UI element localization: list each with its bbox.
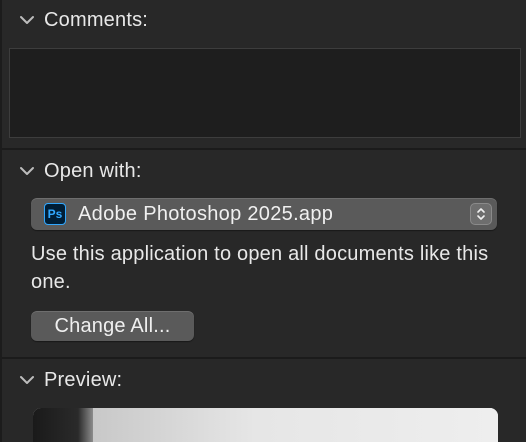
open-with-description: Use this application to open all documen…: [31, 243, 489, 293]
preview-image-light-area: [93, 408, 498, 442]
change-all-button[interactable]: Change All...: [31, 311, 194, 341]
preview-image: [33, 408, 498, 442]
comments-section-header[interactable]: Comments:: [18, 7, 148, 33]
divider: [2, 357, 526, 359]
open-with-app-select[interactable]: Ps Adobe Photoshop 2025.app: [31, 198, 497, 230]
chevron-down-icon[interactable]: [18, 162, 36, 180]
comments-textarea[interactable]: [9, 48, 521, 138]
preview-image-dark-edge: [33, 408, 93, 442]
open-with-title: Open with:: [44, 159, 142, 182]
up-down-stepper-icon[interactable]: [470, 203, 492, 225]
open-with-section-header[interactable]: Open with:: [18, 158, 142, 184]
info-panel: Comments: Open with: Ps Adobe Photoshop …: [0, 0, 526, 442]
photoshop-icon: Ps: [44, 203, 66, 225]
selected-app-label: Adobe Photoshop 2025.app: [78, 202, 334, 225]
divider: [2, 148, 526, 150]
preview-section-header[interactable]: Preview:: [18, 367, 122, 393]
comments-title: Comments:: [44, 8, 149, 31]
preview-title: Preview:: [44, 368, 123, 391]
chevron-down-icon[interactable]: [18, 371, 36, 389]
chevron-down-icon[interactable]: [18, 11, 36, 29]
